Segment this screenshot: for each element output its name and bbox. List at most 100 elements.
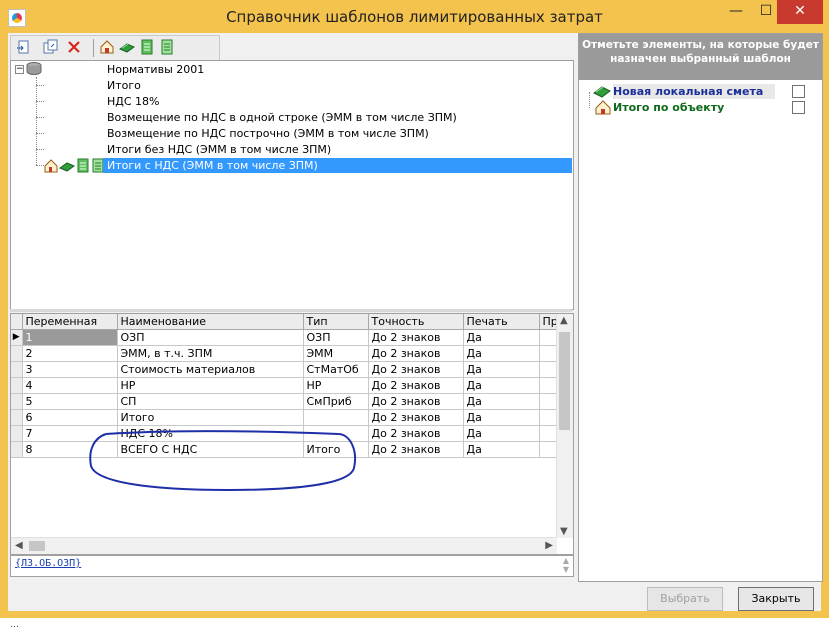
cell-print[interactable]: Да: [463, 441, 540, 458]
cell-variable[interactable]: 4: [22, 377, 118, 394]
horizontal-scrollbar[interactable]: ◀ ▶: [11, 537, 557, 554]
cell-name[interactable]: ЭММ, в т.ч. ЗПМ: [117, 345, 304, 362]
vertical-scroll-thumb[interactable]: [559, 332, 570, 430]
cell-variable[interactable]: 7: [22, 425, 118, 442]
close-button[interactable]: Закрыть: [738, 587, 814, 611]
templates-tree[interactable]: − Нормативы 2001 Итого НДС 18% Возмещени…: [10, 60, 574, 310]
cell-name[interactable]: Стоимость материалов: [117, 361, 304, 378]
cell-print[interactable]: Да: [463, 361, 540, 378]
cell-precision[interactable]: До 2 знаков: [368, 393, 464, 410]
cell-print[interactable]: Да: [463, 329, 540, 346]
title-bar[interactable]: Справочник шаблонов лимитированных затра…: [0, 0, 829, 32]
cell-type[interactable]: Итого: [303, 441, 369, 458]
panel-splitter[interactable]: [10, 309, 572, 312]
cell-name[interactable]: ОЗП: [117, 329, 304, 346]
cell-precision[interactable]: До 2 знаков: [368, 329, 464, 346]
formula-field[interactable]: {ЛЗ.ОБ.ОЗП} ▲ ▼: [10, 555, 574, 577]
tree-item[interactable]: Возмещение по НДС в одной строке (ЭММ в …: [107, 110, 457, 125]
column-header-precision[interactable]: Точность: [368, 314, 464, 330]
maximize-button[interactable]: ☐: [752, 0, 780, 24]
cell-precision[interactable]: До 2 знаков: [368, 441, 464, 458]
formula-scroll-icon[interactable]: ▲ ▼: [563, 556, 569, 574]
cell-type[interactable]: ОЗП: [303, 329, 369, 346]
column-header-type[interactable]: Тип: [303, 314, 369, 330]
column-header-name[interactable]: Наименование: [117, 314, 304, 330]
table-row[interactable]: 2 ЭММ, в т.ч. ЗПМ ЭММ До 2 знаков Да: [11, 345, 562, 362]
assignment-panel: Отметьте элементы, на которые будет назн…: [578, 33, 823, 582]
minimize-button[interactable]: —: [722, 0, 750, 24]
collapse-toggle[interactable]: −: [15, 65, 24, 74]
table-row[interactable]: 4 НР НР До 2 знаков Да: [11, 377, 562, 394]
select-button[interactable]: Выбрать: [647, 587, 723, 611]
assign-item-local-estimate[interactable]: Новая локальная смета: [613, 84, 775, 99]
add-template-icon[interactable]: [16, 39, 32, 55]
scroll-right-icon[interactable]: ▶: [545, 540, 553, 551]
cell-name[interactable]: Итого: [117, 409, 304, 426]
tree-item[interactable]: Возмещение по НДС построчно (ЭММ в том ч…: [107, 126, 429, 141]
cell-print[interactable]: Да: [463, 393, 540, 410]
cell-variable[interactable]: 2: [22, 345, 118, 362]
tree-item[interactable]: Итоги без НДС (ЭММ в том числе ЗПМ): [107, 142, 331, 157]
cell-type[interactable]: [303, 409, 369, 426]
variables-grid[interactable]: Переменная Наименование Тип Точность Печ…: [10, 313, 574, 555]
scroll-down-icon[interactable]: ▼: [560, 526, 568, 537]
cell-precision[interactable]: До 2 знаков: [368, 377, 464, 394]
row-indicator: [11, 425, 23, 442]
row-indicator: [11, 409, 23, 426]
cell-precision[interactable]: До 2 знаков: [368, 425, 464, 442]
table-row[interactable]: 6 Итого До 2 знаков Да: [11, 409, 562, 426]
cell-print[interactable]: Да: [463, 377, 540, 394]
column-header-variable[interactable]: Переменная: [22, 314, 118, 330]
table-row[interactable]: 5 СП СмПриб До 2 знаков Да: [11, 393, 562, 410]
scroll-left-icon[interactable]: ◀: [15, 540, 23, 551]
assign-item-object-total[interactable]: Итого по объекту: [613, 100, 724, 115]
cell-type[interactable]: НР: [303, 377, 369, 394]
cell-name[interactable]: НДС 18%: [117, 425, 304, 442]
section-icon[interactable]: [139, 39, 155, 55]
column-header-print[interactable]: Печать: [463, 314, 540, 330]
cell-name[interactable]: СП: [117, 393, 304, 410]
object-estimate-icon[interactable]: [99, 39, 115, 55]
table-row[interactable]: 8 ВСЕГО С НДС Итого До 2 знаков Да: [11, 441, 562, 458]
cell-print[interactable]: Да: [463, 425, 540, 442]
assigned-element-icons: [44, 158, 106, 173]
cell-variable[interactable]: 8: [22, 441, 118, 458]
tree-connector: [36, 117, 44, 118]
cell-variable[interactable]: 5: [22, 393, 118, 410]
cell-precision[interactable]: До 2 знаков: [368, 361, 464, 378]
cell-variable[interactable]: 6: [22, 409, 118, 426]
tree-item-selected[interactable]: Итоги с НДС (ЭММ в том числе ЗПМ): [103, 158, 572, 173]
tree-connector: [36, 149, 44, 150]
vertical-scrollbar[interactable]: ▲ ▼: [556, 314, 573, 538]
cell-precision[interactable]: До 2 знаков: [368, 345, 464, 362]
tree-item[interactable]: НДС 18%: [107, 94, 160, 109]
horizontal-scroll-thumb[interactable]: [29, 541, 45, 551]
local-estimate-icon[interactable]: [118, 39, 136, 55]
toolbar: [10, 35, 220, 61]
cell-print[interactable]: Да: [463, 345, 540, 362]
table-row[interactable]: 7 НДС 18% До 2 знаков Да: [11, 425, 562, 442]
document-icon[interactable]: [159, 39, 175, 55]
copy-template-icon[interactable]: [42, 39, 58, 55]
table-row[interactable]: 3 Стоимость материалов СтМатОб До 2 знак…: [11, 361, 562, 378]
table-row[interactable]: ▶ 1 ОЗП ОЗП До 2 знаков Да: [11, 329, 562, 346]
cell-print[interactable]: Да: [463, 409, 540, 426]
cell-name[interactable]: НР: [117, 377, 304, 394]
delete-icon[interactable]: [66, 39, 82, 55]
cell-variable[interactable]: 3: [22, 361, 118, 378]
tree-connector: [36, 101, 44, 102]
cell-type[interactable]: ЭММ: [303, 345, 369, 362]
cell-variable[interactable]: 1: [22, 329, 118, 346]
cell-type[interactable]: [303, 425, 369, 442]
scroll-up-icon[interactable]: ▲: [560, 315, 568, 326]
cell-precision[interactable]: До 2 знаков: [368, 409, 464, 426]
cell-type[interactable]: СтМатОб: [303, 361, 369, 378]
formula-text[interactable]: {ЛЗ.ОБ.ОЗП}: [15, 558, 81, 569]
tree-root-item[interactable]: Нормативы 2001: [107, 62, 204, 77]
assign-checkbox-local-estimate[interactable]: [792, 85, 805, 98]
cell-name[interactable]: ВСЕГО С НДС: [117, 441, 304, 458]
cell-type[interactable]: СмПриб: [303, 393, 369, 410]
close-window-button[interactable]: ✕: [777, 0, 823, 24]
tree-item[interactable]: Итого: [107, 78, 141, 93]
assign-checkbox-object-total[interactable]: [792, 101, 805, 114]
